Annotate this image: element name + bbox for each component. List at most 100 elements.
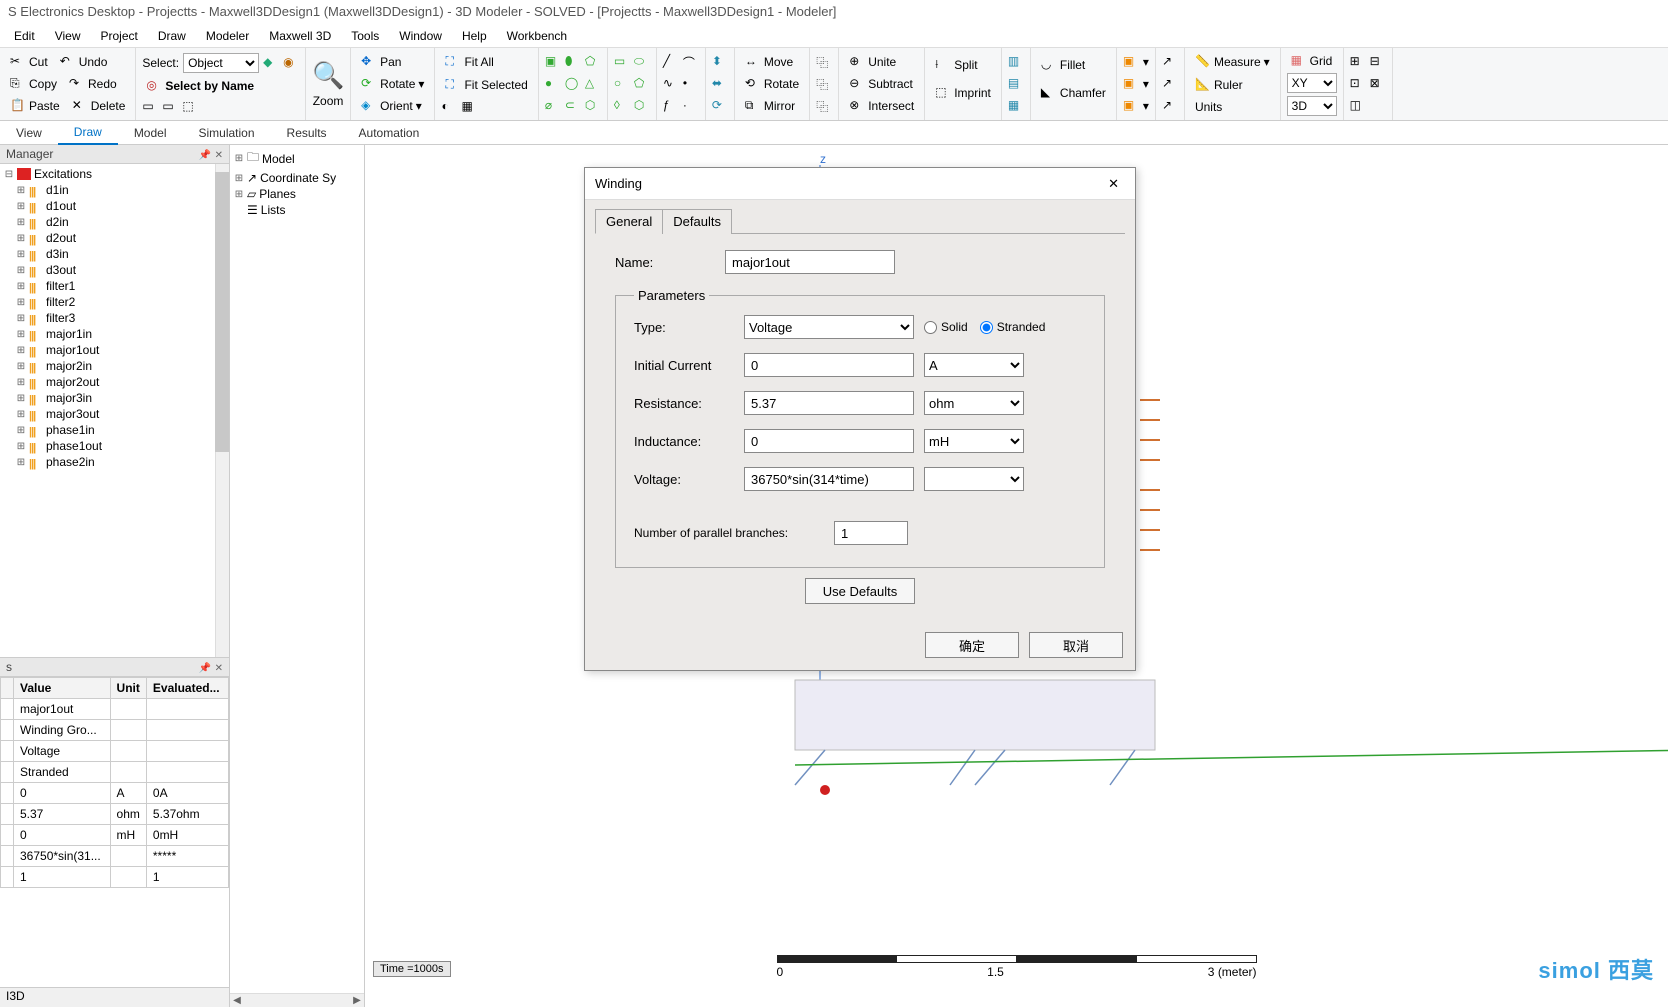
solid-radio[interactable]: Solid <box>924 320 968 334</box>
tree-item[interactable]: ⊞phase2in <box>2 454 227 470</box>
tree-item[interactable]: ⊞d2in <box>2 214 227 230</box>
menu-edit[interactable]: Edit <box>4 26 45 46</box>
table-cell[interactable] <box>146 720 228 741</box>
orient-button[interactable]: ◈Orient ▾ <box>357 97 428 115</box>
table-cell[interactable] <box>110 741 146 762</box>
fillet-button[interactable]: ◡Fillet <box>1037 56 1110 74</box>
cs3-icon[interactable]: ▣ <box>1123 98 1139 114</box>
sweep2-icon[interactable]: ⬌ <box>712 76 728 92</box>
tab-results[interactable]: Results <box>271 122 343 144</box>
table-cell[interactable] <box>146 741 228 762</box>
snap1-icon[interactable]: ⊞ <box>1350 54 1366 70</box>
paste-button[interactable]: 📋Paste <box>6 97 64 115</box>
initial-current-input[interactable] <box>744 353 914 377</box>
table-row[interactable]: Voltage <box>1 741 229 762</box>
v-unit-dropdown[interactable] <box>924 467 1024 491</box>
sep3-icon[interactable]: ▦ <box>1008 98 1024 114</box>
name-input[interactable] <box>725 250 895 274</box>
inductance-input[interactable] <box>744 429 914 453</box>
tree-item[interactable]: ⊞d1out <box>2 198 227 214</box>
tab-simulation[interactable]: Simulation <box>183 122 271 144</box>
table-cell[interactable]: ***** <box>146 846 228 867</box>
measure-button[interactable]: 📏Measure ▾ <box>1191 53 1274 71</box>
tree-item[interactable]: ⊞filter3 <box>2 310 227 326</box>
arc-icon[interactable]: ⌒ <box>683 54 699 70</box>
pm-pin-icon[interactable]: 📌 <box>199 150 211 161</box>
select-extras2-icon[interactable]: ◉ <box>283 55 299 71</box>
tree-root-excitations[interactable]: ⊟Excitations <box>2 166 227 182</box>
modeltree-hscroll[interactable]: ◀▶ <box>230 993 364 1007</box>
tree-item[interactable]: ⊞major3out <box>2 406 227 422</box>
table-cell[interactable] <box>146 762 228 783</box>
modeltree-model[interactable]: ⊞🗀Model <box>232 147 362 170</box>
axis3-icon[interactable]: ↗ <box>1162 98 1178 114</box>
rotate-view-button[interactable]: ⟳Rotate ▾ <box>357 75 428 93</box>
table-cell[interactable] <box>110 720 146 741</box>
menu-help[interactable]: Help <box>452 26 497 46</box>
table-cell[interactable]: 1 <box>146 867 228 888</box>
sweep1-icon[interactable]: ⬍ <box>712 54 728 70</box>
props-close-icon[interactable]: ✕ <box>215 663 223 674</box>
menu-tools[interactable]: Tools <box>341 26 389 46</box>
branches-input[interactable] <box>834 521 908 545</box>
redo-button[interactable]: ↷Redo <box>65 75 121 93</box>
tree-item[interactable]: ⊞filter1 <box>2 278 227 294</box>
table-cell[interactable]: Voltage <box>14 741 111 762</box>
pm-close-icon[interactable]: ✕ <box>215 150 223 161</box>
table-cell[interactable] <box>1 804 14 825</box>
rotate-obj-button[interactable]: ⟲Rotate <box>741 75 803 93</box>
table-row[interactable]: 5.37ohm5.37ohm <box>1 804 229 825</box>
dialog-titlebar[interactable]: Winding ✕ <box>585 168 1135 200</box>
bond-icon[interactable]: ⊂ <box>565 98 581 114</box>
hex-icon[interactable]: ⬡ <box>634 98 650 114</box>
dup1-icon[interactable]: ⿻ <box>816 54 832 70</box>
vopt2-icon[interactable]: ▦ <box>461 99 477 115</box>
axis1-icon[interactable]: ↗ <box>1162 54 1178 70</box>
poly-icon[interactable]: ⬠ <box>634 76 650 92</box>
table-cell[interactable]: Winding Gro... <box>14 720 111 741</box>
ic-unit-dropdown[interactable]: A <box>924 353 1024 377</box>
circle-icon[interactable]: ○ <box>614 76 630 92</box>
cancel-button[interactable]: 取消 <box>1029 632 1123 658</box>
tab-view[interactable]: View <box>0 122 58 144</box>
fit-all-button[interactable]: ⛶Fit All <box>441 53 531 71</box>
axis2-icon[interactable]: ↗ <box>1162 76 1178 92</box>
props-col-unit[interactable]: Unit <box>110 678 146 699</box>
ellipse-icon[interactable]: ⬭ <box>634 54 650 70</box>
ruler-button[interactable]: 📐Ruler <box>1191 76 1274 94</box>
torus-icon[interactable]: ◯ <box>565 76 581 92</box>
table-cell[interactable] <box>110 762 146 783</box>
menu-view[interactable]: View <box>45 26 91 46</box>
helix-icon[interactable]: ⌀ <box>545 98 561 114</box>
tree-item[interactable]: ⊞major2in <box>2 358 227 374</box>
dialog-close-button[interactable]: ✕ <box>1102 174 1125 194</box>
table-cell[interactable]: 5.37ohm <box>146 804 228 825</box>
menu-draw[interactable]: Draw <box>148 26 196 46</box>
chamfer-button[interactable]: ◣Chamfer <box>1037 84 1110 102</box>
cs2-icon[interactable]: ▣ <box>1123 76 1139 92</box>
modeltree-planes[interactable]: ⊞▱Planes <box>232 186 362 202</box>
tree-item[interactable]: ⊞phase1out <box>2 438 227 454</box>
copy-button[interactable]: ⎘Copy <box>6 75 61 93</box>
tree-item[interactable]: ⊞d1in <box>2 182 227 198</box>
modeltree-cs[interactable]: ⊞↗Coordinate Sy <box>232 170 362 186</box>
table-row[interactable]: 11 <box>1 867 229 888</box>
table-row[interactable]: major1out <box>1 699 229 720</box>
menu-window[interactable]: Window <box>389 26 452 46</box>
rect-icon[interactable]: ▭ <box>614 54 630 70</box>
cone-icon[interactable]: △ <box>585 76 601 92</box>
table-cell[interactable] <box>1 699 14 720</box>
table-cell[interactable]: 0 <box>14 783 111 804</box>
box-icon[interactable]: ▣ <box>545 54 561 70</box>
pt-icon[interactable]: • <box>683 76 699 92</box>
sel-opt2-icon[interactable]: ▭ <box>162 99 178 115</box>
grid-button[interactable]: ▦Grid <box>1287 52 1337 70</box>
cs1-icon[interactable]: ▣ <box>1123 54 1139 70</box>
props-col0[interactable] <box>1 678 14 699</box>
prism-icon[interactable]: ⬠ <box>585 54 601 70</box>
line-icon[interactable]: ╱ <box>663 54 679 70</box>
tab-automation[interactable]: Automation <box>343 122 436 144</box>
delete-button[interactable]: ✕Delete <box>68 97 130 115</box>
table-cell[interactable]: 5.37 <box>14 804 111 825</box>
table-cell[interactable] <box>110 846 146 867</box>
